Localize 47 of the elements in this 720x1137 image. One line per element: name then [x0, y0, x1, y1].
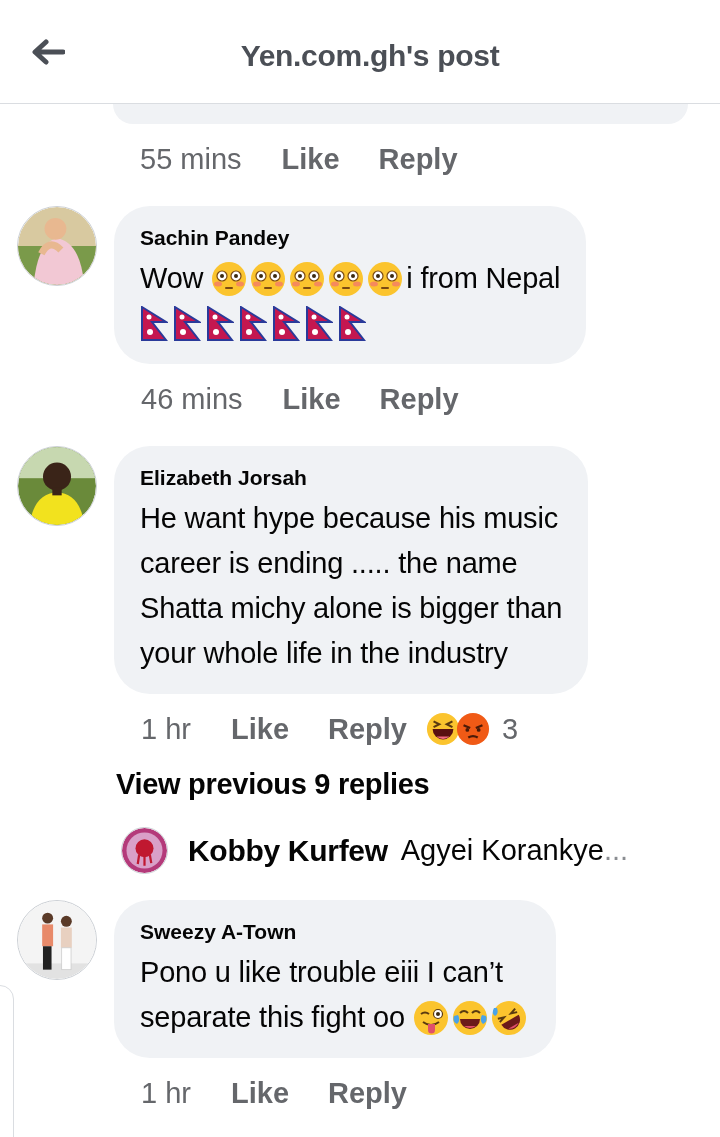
- reaction-count: 3: [502, 712, 519, 746]
- flag-icon: [206, 305, 234, 342]
- flag-icon: [140, 305, 168, 342]
- flag-icon: [305, 305, 333, 342]
- flag-icon: [338, 305, 366, 342]
- comment-action-link[interactable]: Like: [231, 1076, 289, 1110]
- comment-text: your whole life in the industry: [140, 636, 508, 671]
- comment-time: 46 mins: [141, 382, 243, 416]
- reply-preview: Agyei Korankye: [400, 834, 604, 867]
- comment-text: Pono u like trouble eiii I can’t: [140, 955, 503, 990]
- comment-action-link[interactable]: Like: [282, 382, 341, 416]
- flag-icon: [272, 305, 300, 342]
- rolling-laughing-face-icon: [490, 999, 527, 1036]
- comment-action-link[interactable]: Reply: [328, 712, 407, 746]
- winking-tongue-face-icon: [412, 999, 449, 1036]
- comment-author: Sweezy A-Town: [140, 920, 298, 944]
- laughing-tears-face-icon: [451, 999, 488, 1036]
- comment-action-link[interactable]: Reply: [379, 382, 459, 416]
- laughing-face-icon: [426, 712, 460, 746]
- comment-action-link[interactable]: Like: [231, 712, 289, 746]
- flushed-face-icon: [289, 260, 326, 297]
- ellipsis: ...: [603, 834, 629, 867]
- comment-time: 55 mins: [140, 142, 242, 176]
- reply-author: Kobby Kurfew: [188, 833, 388, 868]
- comment-author: Elizabeth Jorsah: [140, 466, 308, 490]
- comment-action-link[interactable]: Reply: [378, 142, 458, 176]
- view-replies-link[interactable]: View previous 9 replies: [116, 768, 430, 801]
- comment-time: 1 hr: [141, 712, 191, 746]
- comment-text: Shatta michy alone is bigger than: [140, 591, 563, 626]
- back-arrow-icon: [31, 39, 65, 65]
- flushed-face-icon: [328, 260, 365, 297]
- flag-icon: [239, 305, 267, 342]
- comment-text: separate this fight oo: [140, 1000, 405, 1035]
- comment-text: He want hype because his music: [140, 501, 558, 536]
- flag-icon: [173, 305, 201, 342]
- comment-action-link[interactable]: Like: [281, 142, 340, 176]
- flushed-face-icon: [250, 260, 287, 297]
- comment-text: i from Nepal: [406, 261, 561, 296]
- comment-author: Sachin Pandey: [140, 226, 291, 250]
- comment-action-link[interactable]: Reply: [328, 1076, 407, 1110]
- angry-face-icon: [456, 712, 490, 746]
- flushed-face-icon: [367, 260, 404, 297]
- comment-text: career is ending ..... the name: [140, 546, 518, 581]
- flushed-face-icon: [211, 260, 248, 297]
- comment-time: 1 hr: [141, 1076, 191, 1110]
- comment-text: Wow: [140, 261, 204, 296]
- page-title: Yen.com.gh's post: [240, 37, 500, 73]
